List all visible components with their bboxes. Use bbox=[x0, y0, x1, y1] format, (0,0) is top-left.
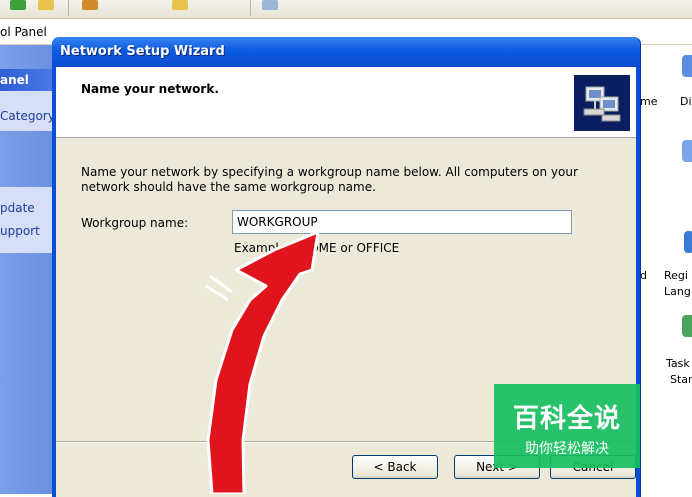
item-label-fragment[interactable]: d bbox=[640, 269, 647, 282]
wizard-step-title: Name your network. bbox=[81, 82, 219, 96]
display-label[interactable]: Di bbox=[680, 95, 692, 108]
workgroup-name-input[interactable] bbox=[232, 210, 572, 234]
instructions-text: Name your network by specifying a workgr… bbox=[81, 165, 578, 194]
wizard-header: Name your network. bbox=[56, 67, 636, 138]
control-panel-icons: Di me d Regi Lang Task Star bbox=[640, 45, 692, 494]
toolbar-divider bbox=[68, 0, 69, 16]
views-icon[interactable] bbox=[262, 0, 278, 10]
dialog-title: Network Setup Wizard bbox=[60, 44, 225, 59]
dialog-titlebar[interactable]: Network Setup Wizard bbox=[52, 37, 640, 67]
regional-label-line2[interactable]: Lang bbox=[664, 285, 691, 298]
task-pane-header[interactable]: anel bbox=[0, 69, 52, 91]
item-label-fragment[interactable]: me bbox=[640, 95, 657, 108]
tasks-label-line2[interactable]: Star bbox=[670, 373, 692, 386]
back-arrow-icon[interactable] bbox=[10, 0, 26, 10]
examples-hint: Examples: HOME or OFFICE bbox=[234, 241, 400, 255]
tasks-label-line1[interactable]: Task bbox=[666, 357, 690, 370]
toolbar-divider bbox=[250, 0, 251, 16]
help-support-link[interactable]: upport bbox=[0, 224, 40, 238]
task-pane: anel Category pdate upport bbox=[0, 45, 55, 494]
folders-icon[interactable] bbox=[172, 0, 188, 10]
scheduled-tasks-icon[interactable] bbox=[682, 315, 692, 337]
regional-label-line1[interactable]: Regi bbox=[664, 269, 688, 282]
search-icon[interactable] bbox=[82, 0, 98, 10]
display-icon[interactable] bbox=[682, 55, 692, 77]
monitor-icon[interactable] bbox=[682, 140, 692, 162]
switch-category-link[interactable]: Category bbox=[0, 109, 55, 123]
workgroup-name-label: Workgroup name: bbox=[81, 216, 189, 230]
folder-icon[interactable] bbox=[38, 0, 54, 10]
address-text: ol Panel bbox=[0, 25, 47, 39]
watermark-title: 百科全说 bbox=[512, 404, 621, 434]
explorer-toolbar bbox=[0, 0, 692, 19]
watermark-subtitle: 助你轻松解决 bbox=[525, 441, 609, 457]
task-pane-box: Category bbox=[0, 91, 55, 131]
network-computers-icon bbox=[574, 75, 630, 131]
task-pane-header-label: anel bbox=[0, 73, 29, 87]
back-button[interactable]: < Back bbox=[352, 455, 438, 479]
windows-update-link[interactable]: pdate bbox=[0, 201, 35, 215]
baike-watermark: 百科全说 助你轻松解决 bbox=[494, 384, 640, 468]
see-also-box: pdate upport bbox=[0, 187, 52, 253]
globe-icon[interactable] bbox=[684, 231, 692, 253]
